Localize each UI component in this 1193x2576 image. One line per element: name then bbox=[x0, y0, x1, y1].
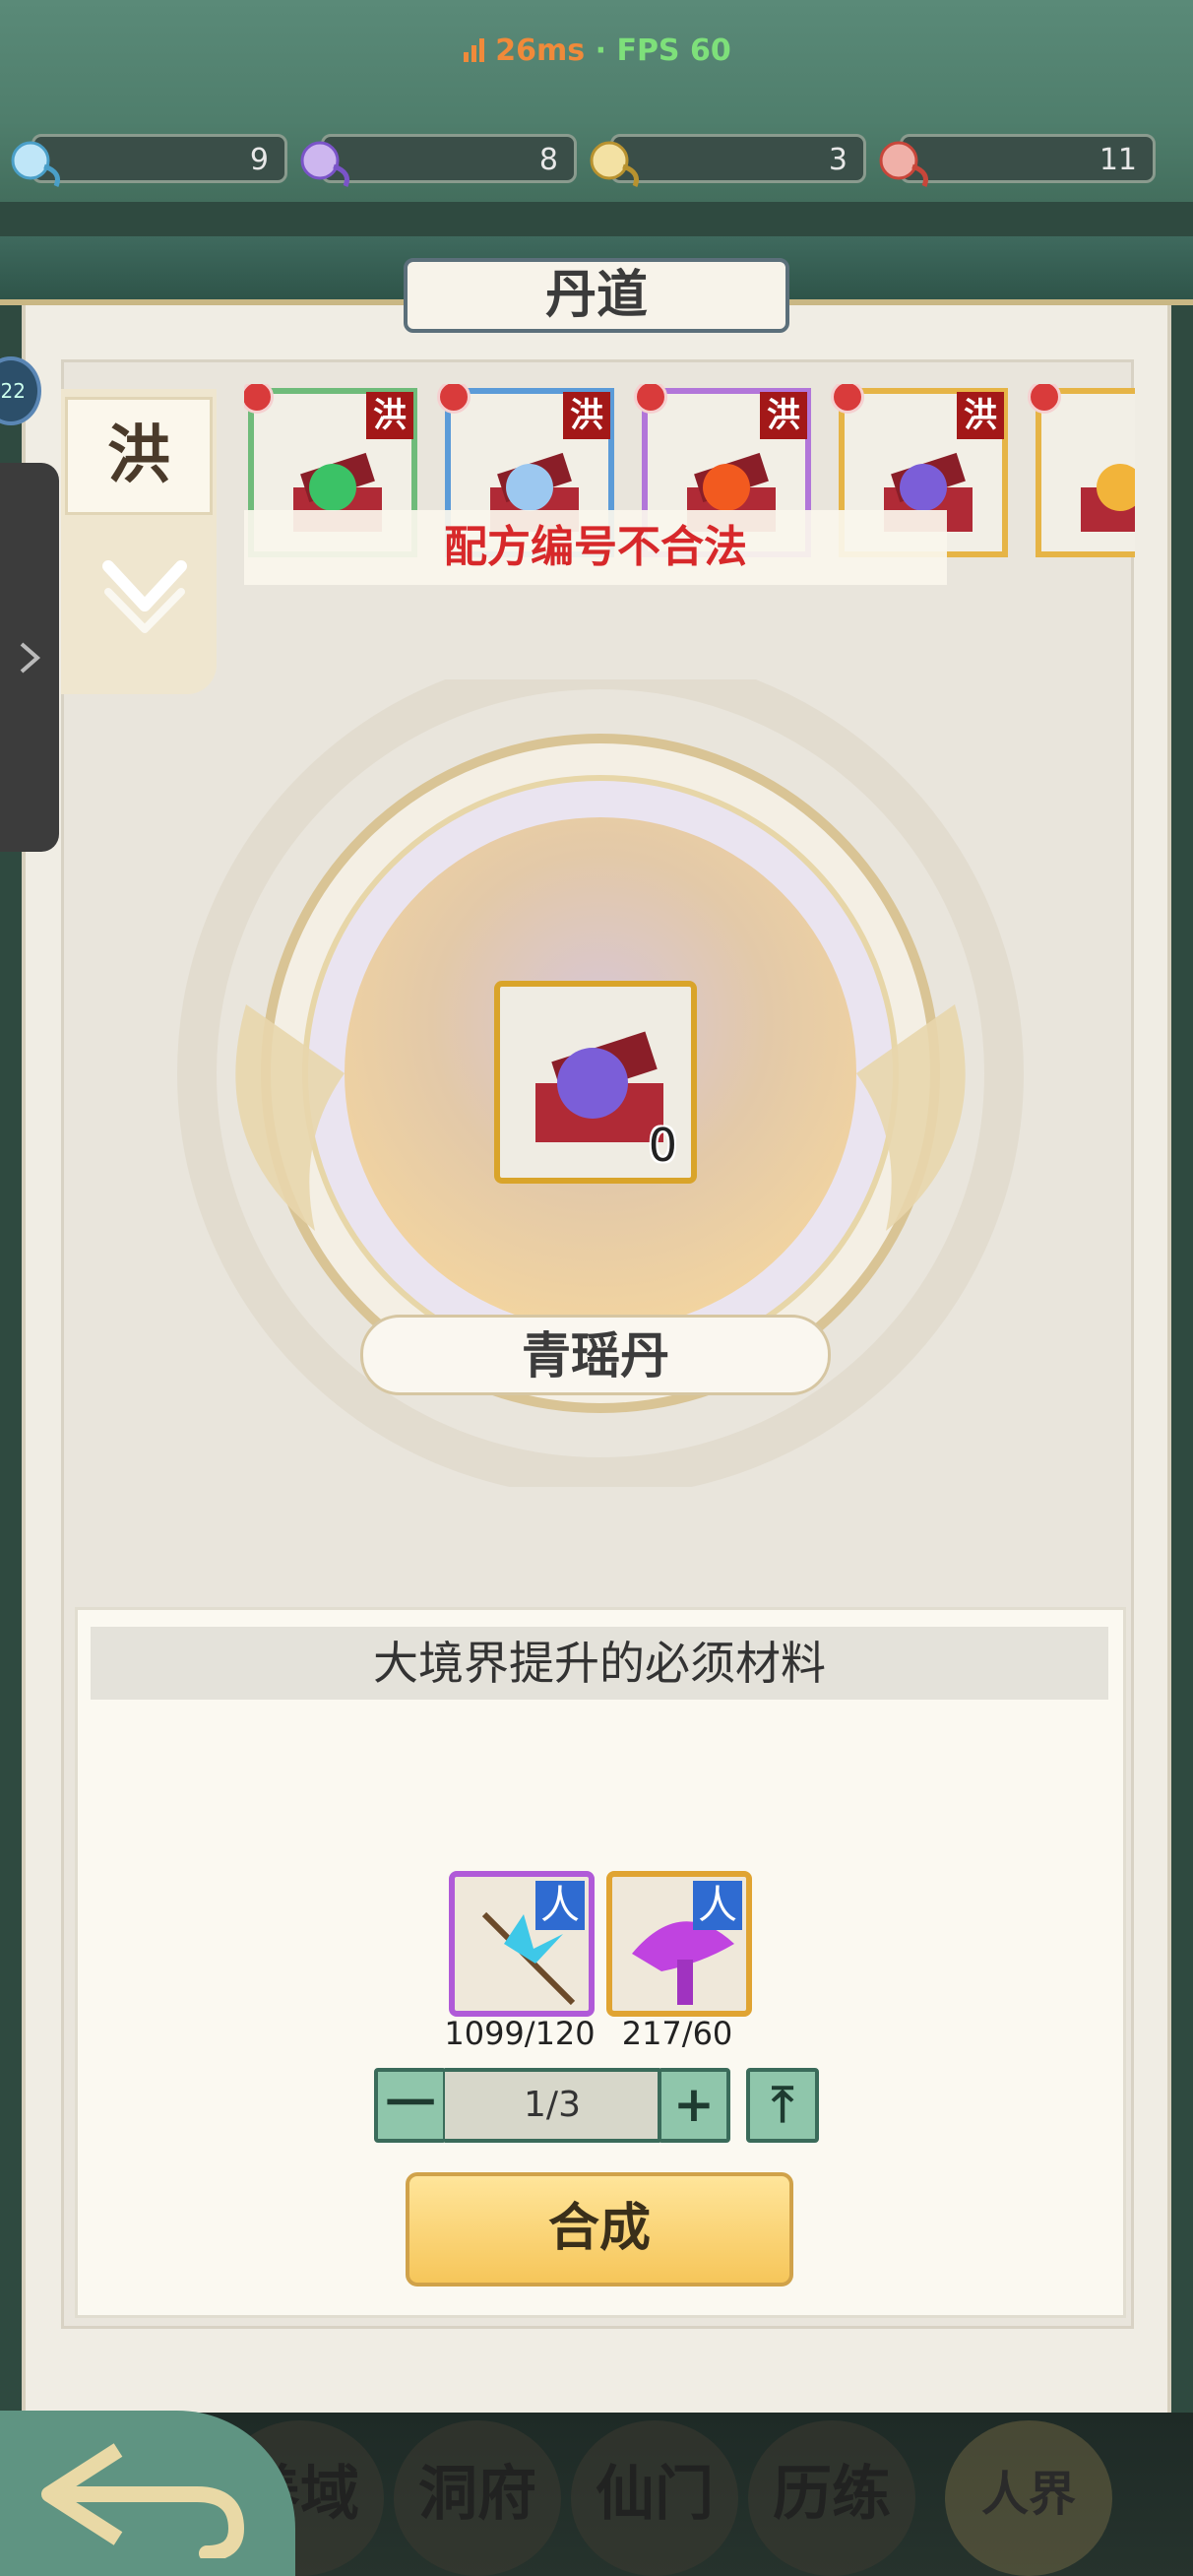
currency-value: 8 bbox=[538, 143, 558, 177]
back-button[interactable] bbox=[0, 2411, 295, 2576]
category-seal: 洪 bbox=[760, 392, 807, 439]
separator: · bbox=[595, 33, 606, 68]
notification-dot bbox=[634, 384, 667, 414]
blue-spirit-icon bbox=[11, 141, 60, 187]
notification-dot bbox=[1028, 384, 1061, 414]
currency-value: 3 bbox=[828, 143, 848, 177]
gold-spirit-icon bbox=[590, 141, 639, 187]
max-button[interactable]: ⤒ bbox=[746, 2068, 819, 2143]
notification-dot bbox=[831, 384, 864, 414]
category-seal: 洪 bbox=[366, 392, 413, 439]
realm-tag: 人 bbox=[535, 1881, 585, 1930]
signal-icon bbox=[464, 38, 485, 62]
currency-3[interactable]: 3 bbox=[590, 134, 866, 187]
nav-item-xianmen[interactable]: 仙门 bbox=[571, 2420, 738, 2576]
currency-value: 11 bbox=[1099, 143, 1137, 177]
network-status: 26ms · FPS 60 bbox=[0, 33, 1193, 68]
category-seal: 洪 bbox=[957, 392, 1004, 439]
back-arrow-icon bbox=[41, 2443, 245, 2558]
currency-4[interactable]: 11 bbox=[879, 134, 1156, 187]
currency-value: 9 bbox=[249, 143, 269, 177]
chevron-down-icon[interactable] bbox=[100, 547, 189, 635]
chevron-right-icon bbox=[20, 642, 41, 674]
category-seal: 洪 bbox=[563, 392, 610, 439]
fps-text: FPS 60 bbox=[616, 33, 731, 68]
error-toast: 配方编号不合法 bbox=[244, 510, 947, 585]
nav-item-renjie[interactable]: 人界 bbox=[945, 2420, 1112, 2576]
craft-button[interactable]: 合成 bbox=[406, 2172, 793, 2286]
material-slot[interactable]: 人 bbox=[449, 1871, 595, 2017]
pill-count: 0 bbox=[648, 1119, 677, 1172]
nav-item-lilian[interactable]: 历练 bbox=[748, 2420, 915, 2576]
material-count: 217/60 bbox=[621, 2015, 733, 2052]
category-tab[interactable]: 洪 bbox=[61, 389, 217, 694]
currency-2[interactable]: 8 bbox=[300, 134, 577, 187]
purple-spirit-icon bbox=[300, 141, 349, 187]
quantity-value: 1/3 bbox=[445, 2068, 659, 2143]
side-drawer-toggle[interactable] bbox=[0, 463, 59, 852]
material-count: 1099/120 bbox=[444, 2015, 596, 2052]
recipe-card[interactable] bbox=[1028, 384, 1135, 557]
notification-dot bbox=[437, 384, 471, 414]
pill-name: 青瑶丹 bbox=[360, 1315, 831, 1395]
currency-1[interactable]: 9 bbox=[11, 134, 287, 187]
ping-text: 26ms bbox=[495, 33, 586, 68]
page-title: 丹道 bbox=[404, 258, 789, 333]
material-slot[interactable]: 人 bbox=[606, 1871, 752, 2017]
pill-box-icon bbox=[1081, 464, 1135, 532]
decrease-button[interactable]: 一 bbox=[374, 2068, 447, 2143]
category-label: 洪 bbox=[65, 397, 213, 515]
increase-button[interactable]: + bbox=[658, 2068, 730, 2143]
materials-header: 大境界提升的必须材料 bbox=[91, 1627, 1108, 1700]
nav-item-dongfu[interactable]: 洞府 bbox=[394, 2420, 561, 2576]
selected-pill-slot[interactable]: 0 bbox=[494, 981, 697, 1184]
realm-tag: 人 bbox=[693, 1881, 742, 1930]
red-spirit-icon bbox=[879, 141, 928, 187]
notification-dot bbox=[244, 384, 274, 414]
